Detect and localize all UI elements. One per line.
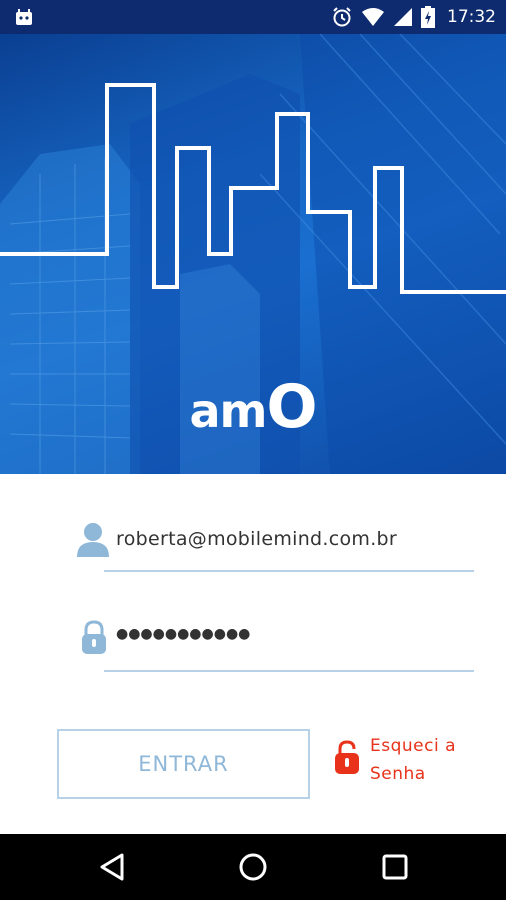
battery-icon xyxy=(421,6,435,28)
padlock-icon xyxy=(82,620,106,654)
alarm-icon xyxy=(333,7,351,27)
logo-text-am: am xyxy=(189,384,268,438)
back-icon[interactable] xyxy=(98,852,128,882)
email-input[interactable]: roberta@mobilemind.com.br xyxy=(116,528,397,550)
password-underline xyxy=(104,670,474,672)
email-underline xyxy=(104,570,474,572)
home-icon[interactable] xyxy=(238,852,268,882)
recent-apps-icon[interactable] xyxy=(380,852,410,882)
entrar-button[interactable]: ENTRAR xyxy=(57,729,310,799)
forgot-line-2: Senha xyxy=(370,764,426,784)
unlock-icon xyxy=(335,740,359,774)
wifi-icon xyxy=(362,8,384,26)
forgot-password-link[interactable]: Esqueci a Senha xyxy=(334,736,456,788)
password-input[interactable]: ●●●●●●●●●●● xyxy=(116,626,250,642)
user-icon xyxy=(77,523,109,557)
email-field[interactable]: roberta@mobilemind.com.br xyxy=(76,522,476,574)
clock: 17:32 xyxy=(447,7,496,27)
password-field[interactable]: ●●●●●●●●●●● xyxy=(76,620,476,676)
login-form: roberta@mobilemind.com.br ●●●●●●●●●●● EN… xyxy=(0,474,506,834)
logo-text-o: O xyxy=(266,372,317,442)
app-logo: amO xyxy=(0,372,506,442)
forgot-line-1: Esqueci a xyxy=(370,736,457,756)
android-icon xyxy=(16,9,32,25)
hero-banner: amO xyxy=(0,34,506,474)
status-bar: 17:32 xyxy=(0,0,506,34)
navigation-bar xyxy=(0,834,506,900)
signal-icon xyxy=(394,8,412,26)
